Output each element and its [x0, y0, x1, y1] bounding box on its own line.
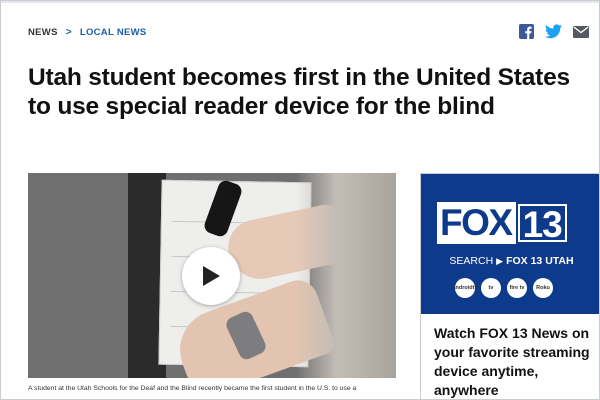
- logo-number-text: 13: [517, 204, 567, 244]
- twitter-icon[interactable]: [545, 23, 562, 40]
- email-icon[interactable]: [572, 23, 589, 40]
- breadcrumb: NEWS > LOCAL NEWS: [28, 27, 147, 38]
- play-button[interactable]: [182, 247, 240, 305]
- ad-search-line: SEARCH ▶ FOX 13 UTAH: [421, 255, 599, 267]
- video-caption: A student at the Utah Schools for the De…: [28, 385, 357, 392]
- ad-search-target: FOX 13 UTAH: [506, 255, 574, 267]
- fox13-logo: FOX 13: [437, 202, 569, 244]
- fire-tv-icon: fire tv: [507, 278, 527, 298]
- breadcrumb-news-link[interactable]: NEWS: [28, 27, 58, 38]
- ad-promo-text: Watch FOX 13 News on your favorite strea…: [434, 325, 590, 398]
- share-bar: [518, 23, 589, 40]
- breadcrumb-local-news-link[interactable]: LOCAL NEWS: [80, 27, 147, 38]
- fox13-ad[interactable]: FOX 13 SEARCH ▶ FOX 13 UTAH androidtv tv f…: [420, 173, 599, 399]
- play-icon: [203, 266, 220, 286]
- article-headline: Utah student becomes first in the United…: [28, 64, 570, 120]
- apple-tv-icon: tv: [481, 278, 501, 298]
- facebook-icon[interactable]: [518, 23, 535, 40]
- ad-banner: FOX 13 SEARCH ▶ FOX 13 UTAH androidtv tv f…: [421, 174, 599, 314]
- breadcrumb-separator-icon: >: [65, 27, 72, 38]
- play-arrow-icon: ▶: [496, 256, 504, 266]
- video-blur-edge: [296, 173, 396, 378]
- logo-fox-text: FOX: [437, 202, 516, 244]
- roku-icon: Roku: [533, 278, 553, 298]
- ad-search-word: SEARCH: [449, 255, 494, 267]
- top-border: [1, 1, 599, 3]
- video-player[interactable]: [28, 173, 396, 378]
- page-frame: NEWS > LOCAL NEWS Utah student becomes f…: [0, 0, 600, 400]
- androidtv-icon: androidtv: [452, 278, 478, 298]
- streaming-apps: androidtv tv fire tv Roku: [452, 278, 553, 298]
